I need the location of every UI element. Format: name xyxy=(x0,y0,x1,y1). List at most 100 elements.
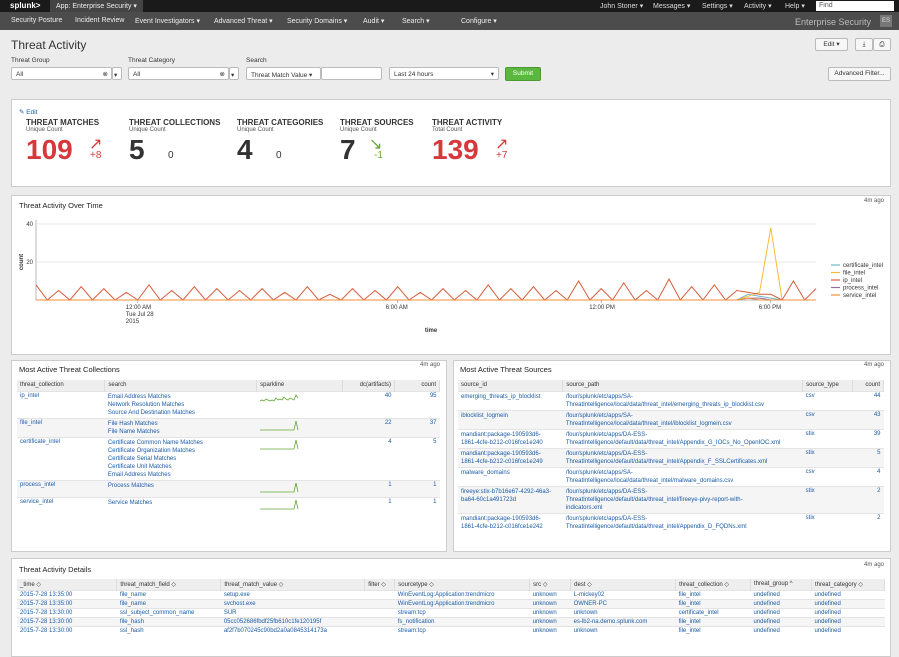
count-cell[interactable]: 5 xyxy=(394,436,440,480)
dest-cell[interactable]: L-mickey02 xyxy=(570,589,676,599)
table-row[interactable]: ip_intel Email Address Matches Network Res… xyxy=(17,390,440,418)
time-cell[interactable]: 2015-7-28 13:30:00 xyxy=(17,607,117,617)
activity-menu[interactable]: Activity ▾ xyxy=(744,2,772,10)
count-cell[interactable]: 95 xyxy=(394,390,440,418)
threat-match-field-cell[interactable]: ssl_subject_common_name xyxy=(116,607,221,617)
threat-collection-cell[interactable]: file_intel xyxy=(675,589,751,599)
search-name[interactable]: File Name Matches xyxy=(108,428,254,436)
search-name[interactable]: Email Address Matches xyxy=(108,393,254,401)
kpi-threat-activity[interactable]: THREAT ACTIVITY Total Count 139 ↗ +7 xyxy=(432,118,532,165)
source-id-line[interactable]: mandiant:package-190593d6- xyxy=(461,450,560,458)
kpi-edit-link[interactable]: ✎ Edit xyxy=(19,108,37,116)
table-row[interactable]: fireeye:stix-b7b16e67-4292-46a3- ba64-60c… xyxy=(458,485,884,513)
threat-group-cell[interactable]: undefined xyxy=(750,589,812,599)
threat-collection-cell[interactable]: process_intel xyxy=(17,479,105,497)
col-threat-collection[interactable]: threat_collection ◇ xyxy=(675,579,751,590)
threat-category-cell[interactable]: undefined xyxy=(811,607,885,617)
table-row[interactable]: 2015-7-28 13:30:00 ssl_hash af2f7b070245c9… xyxy=(17,625,885,635)
threat-collection-cell[interactable]: file_intel xyxy=(17,417,105,437)
threat-category-cell[interactable]: undefined xyxy=(811,589,885,599)
source-id-line[interactable]: mandiant:package-190593d6- xyxy=(461,515,560,523)
table-row[interactable]: malware_domains/four/splunk/etc/apps/SA-… xyxy=(458,466,884,486)
threat-match-value-cell[interactable]: SUR xyxy=(220,607,365,617)
table-row[interactable]: mandiant:package-190593d6- 1861-4cfe-b212… xyxy=(458,447,884,467)
col-sparkline[interactable]: sparkline xyxy=(256,380,344,391)
print-icon[interactable]: ⎙ xyxy=(873,38,891,51)
table-row[interactable]: process_intel Process Matches 1 1 xyxy=(17,479,440,497)
table-row[interactable]: emerging_threats_ip_blocklist/four/splun… xyxy=(458,390,884,410)
search-name[interactable]: Service Matches xyxy=(108,499,254,507)
source-id-line[interactable]: iblocklist_logmein xyxy=(461,412,560,420)
filter-cell[interactable] xyxy=(364,589,395,599)
source-id-line[interactable]: 1861-4cfe-b212-c016fce1e240 xyxy=(461,439,560,447)
col-threat-collection[interactable]: threat_collection xyxy=(17,380,106,391)
col-src[interactable]: src ◇ xyxy=(529,579,572,590)
dest-cell[interactable]: OWNER-PC xyxy=(570,598,676,608)
src-cell[interactable]: unknown xyxy=(529,607,571,617)
source-path-line[interactable]: ThreatIntelligence/local/data/threat_int… xyxy=(566,477,800,485)
dest-cell[interactable]: unknown xyxy=(570,607,676,617)
table-row[interactable]: mandiant:package-190593d6- 1861-4cfe-b212… xyxy=(458,512,884,532)
find-input[interactable]: Find xyxy=(816,1,894,11)
count-cell[interactable]: 5 xyxy=(852,447,884,467)
search-input[interactable] xyxy=(321,67,382,80)
col-filter[interactable]: filter ◇ xyxy=(364,579,396,590)
nav-audit[interactable]: Audit ▾ xyxy=(363,17,384,25)
threat-category-cell[interactable]: undefined xyxy=(811,598,885,608)
search-field-select[interactable]: Threat Match Value ▾ xyxy=(246,67,321,80)
search-name[interactable]: File Hash Matches xyxy=(108,420,254,428)
source-type-cell[interactable]: csv xyxy=(802,390,853,410)
source-path-line[interactable]: /four/splunk/etc/apps/SA- xyxy=(566,469,800,477)
time-cell[interactable]: 2015-7-28 13:35:00 xyxy=(17,589,117,599)
search-name[interactable]: Network Resolution Matches xyxy=(108,401,254,409)
source-path-line[interactable]: ThreatIntelligence/default/data/threat_i… xyxy=(566,458,800,466)
count-cell[interactable]: 2 xyxy=(852,485,884,513)
sourcetype-cell[interactable]: stream:tcp xyxy=(394,607,530,617)
filter-cell[interactable] xyxy=(364,598,395,608)
threat-match-value-cell[interactable]: 05cc052686fbdf25fb610c1fe120195f xyxy=(220,616,365,626)
threat-match-field-cell[interactable]: file_name xyxy=(116,598,221,608)
time-range-picker[interactable]: Last 24 hours ▾ xyxy=(389,67,499,80)
source-path-line[interactable]: ThreatIntelligence/local/data/threat_int… xyxy=(566,401,800,409)
count-cell[interactable]: 1 xyxy=(394,479,440,497)
source-path-line[interactable]: /four/splunk/etc/apps/SA- xyxy=(566,412,800,420)
src-cell[interactable]: unknown xyxy=(529,616,571,626)
sourcetype-cell[interactable]: stream:tcp xyxy=(394,625,530,635)
filter-cell[interactable] xyxy=(364,616,395,626)
dc-artifacts-cell[interactable]: 4 xyxy=(342,436,395,480)
kpi-threat-sources[interactable]: THREAT SOURCES Unique Count 7 ↘ -1 xyxy=(340,118,425,165)
threat-category-select[interactable]: All ⊗ xyxy=(128,67,229,80)
submit-button[interactable]: Submit xyxy=(505,67,541,81)
source-id-line[interactable]: fireeye:stix-b7b16e67-4292-46a3- xyxy=(461,488,560,496)
source-type-cell[interactable]: stix xyxy=(802,512,853,532)
count-cell[interactable]: 43 xyxy=(852,409,884,429)
threat-group-cell[interactable]: undefined xyxy=(750,625,812,635)
source-path-cell[interactable]: /four/splunk/etc/apps/DA-ESS- ThreatIntel… xyxy=(562,447,803,467)
src-cell[interactable]: unknown xyxy=(529,625,571,635)
search-name[interactable]: Process Matches xyxy=(108,482,254,490)
table-row[interactable]: 2015-7-28 13:35:00 file_name svchost.exe Wi… xyxy=(17,598,885,608)
threat-match-value-cell[interactable]: svchost.exe xyxy=(220,598,365,608)
threat-category-dropdown[interactable]: ▾ xyxy=(229,67,239,80)
col-threat-match-value[interactable]: threat_match_value ◇ xyxy=(220,579,366,590)
nav-search[interactable]: Search ▾ xyxy=(402,17,430,25)
count-cell[interactable]: 4 xyxy=(852,466,884,486)
col-search[interactable]: search xyxy=(104,380,258,391)
splunk-logo[interactable]: splunk> xyxy=(10,1,40,10)
source-path-line[interactable]: /four/splunk/etc/apps/SA- xyxy=(566,393,800,401)
source-path-line[interactable]: /four/splunk/etc/apps/DA-ESS- xyxy=(566,488,800,496)
source-path-cell[interactable]: /four/splunk/etc/apps/DA-ESS- ThreatIntel… xyxy=(562,512,803,532)
count-cell[interactable]: 39 xyxy=(852,428,884,448)
search-cell[interactable]: Process Matches xyxy=(104,479,257,497)
search-name[interactable]: Email Address Matches xyxy=(108,471,254,479)
help-menu[interactable]: Help ▾ xyxy=(785,2,805,10)
kpi-threat-categories[interactable]: THREAT CATEGORIES Unique Count 4 0 xyxy=(237,118,337,165)
table-row[interactable]: file_intel File Hash Matches File Name Mat… xyxy=(17,417,440,437)
source-path-cell[interactable]: /four/splunk/etc/apps/SA- ThreatIntellige… xyxy=(562,409,803,429)
col-count[interactable]: count xyxy=(852,380,884,391)
kpi-threat-collections[interactable]: THREAT COLLECTIONS Unique Count 5 0 xyxy=(129,118,234,165)
nav-security-domains[interactable]: Security Domains ▾ xyxy=(287,17,347,25)
threat-activity-line-chart[interactable]: 40 20count time 12:00 AMTue Jul 282015 6:00 … xyxy=(11,210,891,340)
search-name[interactable]: Certificate Serial Matches xyxy=(108,455,254,463)
source-type-cell[interactable]: stix xyxy=(802,428,853,448)
